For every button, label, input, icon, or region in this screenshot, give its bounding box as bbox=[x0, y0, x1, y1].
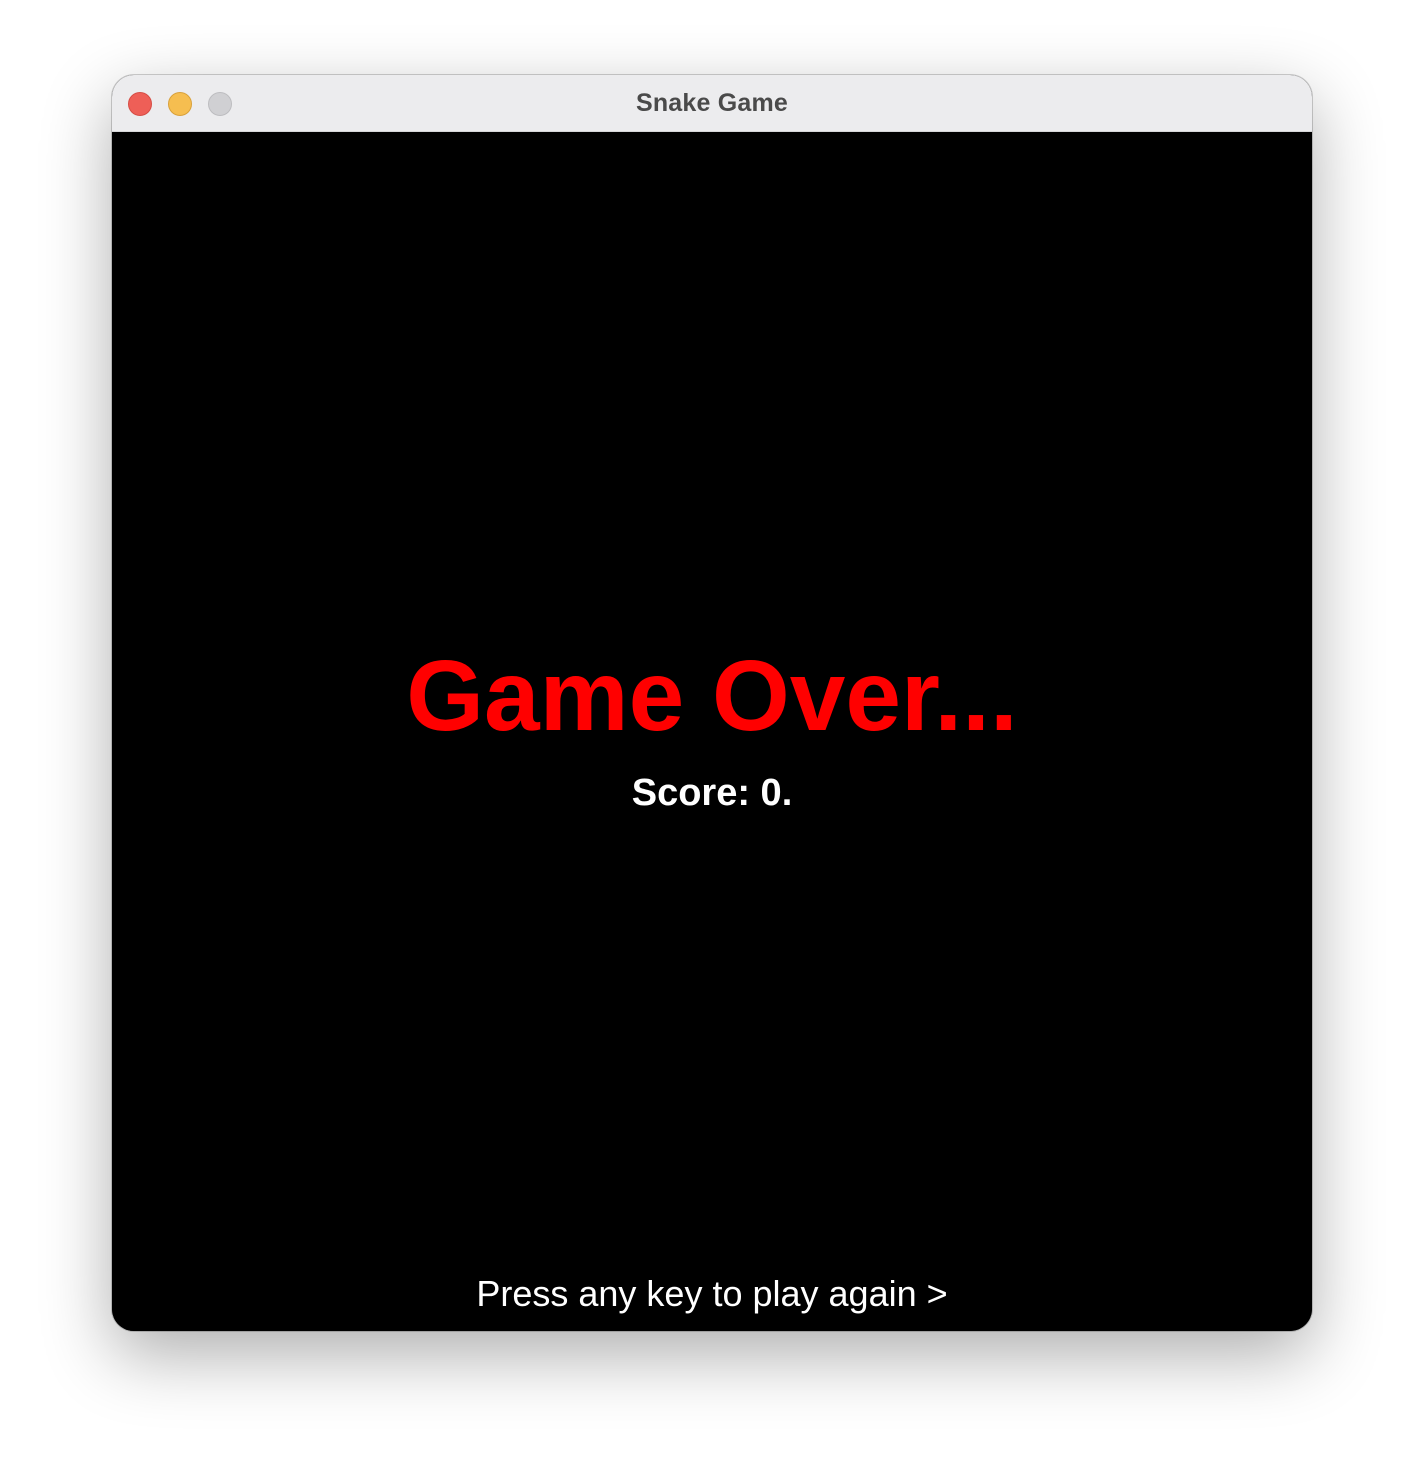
game-window: Snake Game Game Over... Score: 0. Press … bbox=[112, 75, 1312, 1331]
score-text: Score: 0. bbox=[631, 772, 793, 814]
game-over-title: Game Over... bbox=[406, 640, 1018, 752]
title-bar[interactable]: Snake Game bbox=[112, 75, 1312, 132]
game-canvas[interactable]: Game Over... Score: 0. Press any key to … bbox=[112, 132, 1312, 1331]
window-title: Snake Game bbox=[635, 89, 789, 117]
play-again-prompt: Press any key to play again > bbox=[476, 1273, 948, 1314]
